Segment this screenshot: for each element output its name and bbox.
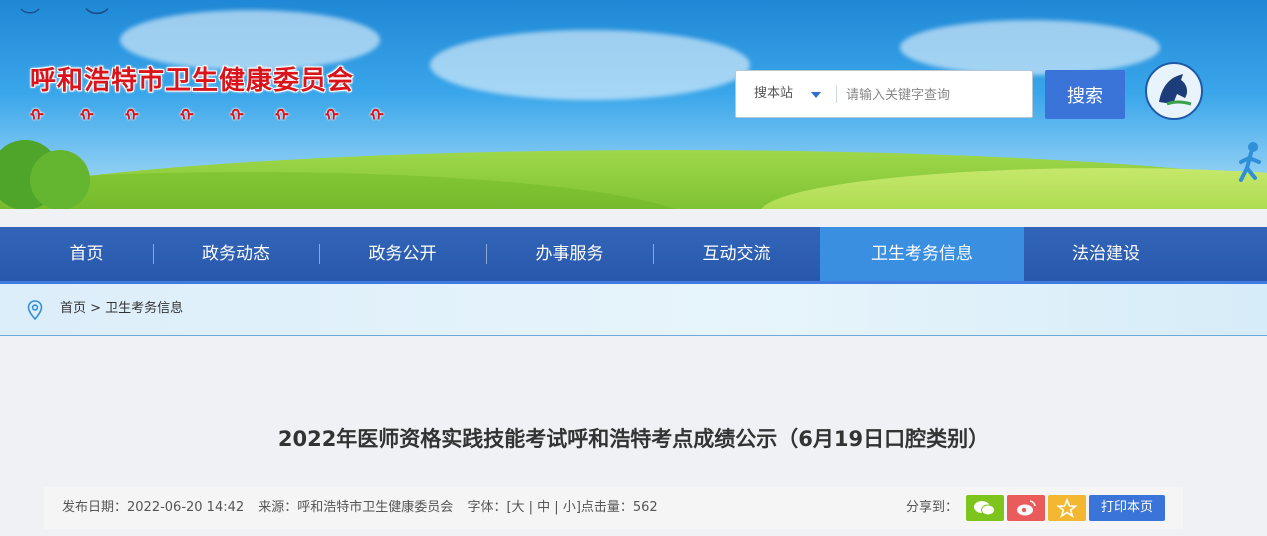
article-title: 2022年医师资格实践技能考试呼和浩特考点成绩公示（6月19日口腔类别） — [277, 427, 990, 451]
runner-icon — [1239, 142, 1261, 182]
weibo-icon — [1017, 500, 1036, 516]
bird-icon: ︶ — [85, 6, 109, 34]
nav-item-public-affairs[interactable]: 政务公开 — [319, 227, 486, 281]
article-source: 来源：呼和浩特市卫生健康委员会 — [258, 500, 454, 515]
mongolian-script-title: ᠬᠬᠬ ᠬᠬᠬ ᠬᠬ — [30, 106, 384, 125]
star-icon — [1056, 497, 1078, 518]
search-button[interactable]: 搜索 — [1045, 70, 1125, 119]
tree — [30, 150, 90, 209]
nav-item-home[interactable]: 首页 — [0, 227, 173, 281]
breadcrumb-bar: 首页 > 卫生考务信息 — [0, 284, 1267, 336]
wechat-icon — [974, 501, 995, 516]
wechat-share-button[interactable] — [966, 495, 1004, 521]
search-scope-select[interactable]: 搜本站 — [754, 71, 793, 117]
divider — [836, 85, 837, 103]
article-meta: 发布日期：2022-06-20 14:42 来源：呼和浩特市卫生健康委员会 字体… — [62, 487, 668, 529]
site-header: ︶ ︶ 呼和浩特市卫生健康委员会 ᠬᠬᠬ ᠬᠬᠬ ᠬᠬ 搜本站 搜索 — [0, 0, 1267, 209]
bird-icon: ︶ — [20, 6, 40, 30]
chevron-down-icon[interactable] — [811, 92, 821, 98]
site-title: 呼和浩特市卫生健康委员会 — [30, 66, 355, 96]
nav-item-services[interactable]: 办事服务 — [486, 227, 653, 281]
search-input[interactable] — [844, 79, 1028, 111]
breadcrumb[interactable]: 首页 > 卫生考务信息 — [60, 284, 183, 334]
main-nav: 首页 政务动态 政务公开 办事服务 互动交流 卫生考务信息 法治建设 — [0, 227, 1267, 284]
print-button[interactable]: 打印本页 — [1089, 495, 1165, 521]
nav-item-news[interactable]: 政务动态 — [153, 227, 319, 281]
emblem-logo — [1145, 62, 1203, 120]
font-size-and-views[interactable]: 字体：[大 | 中 | 小]点击量：562 — [467, 500, 657, 515]
nav-item-interaction[interactable]: 互动交流 — [653, 227, 820, 281]
share-label: 分享到： — [906, 500, 959, 515]
location-pin-icon — [27, 300, 43, 320]
article-meta-bar: 发布日期：2022-06-20 14:42 来源：呼和浩特市卫生健康委员会 字体… — [44, 487, 1183, 529]
nav-item-exam-info[interactable]: 卫生考务信息 — [820, 227, 1024, 281]
cloud — [900, 20, 1160, 75]
search-box: 搜本站 — [735, 70, 1033, 118]
cloud — [430, 30, 750, 100]
weibo-share-button[interactable] — [1007, 495, 1045, 521]
publish-date: 发布日期：2022-06-20 14:42 — [62, 500, 245, 515]
favorite-share-button[interactable] — [1048, 495, 1086, 521]
nav-item-rule-of-law[interactable]: 法治建设 — [1024, 227, 1188, 281]
